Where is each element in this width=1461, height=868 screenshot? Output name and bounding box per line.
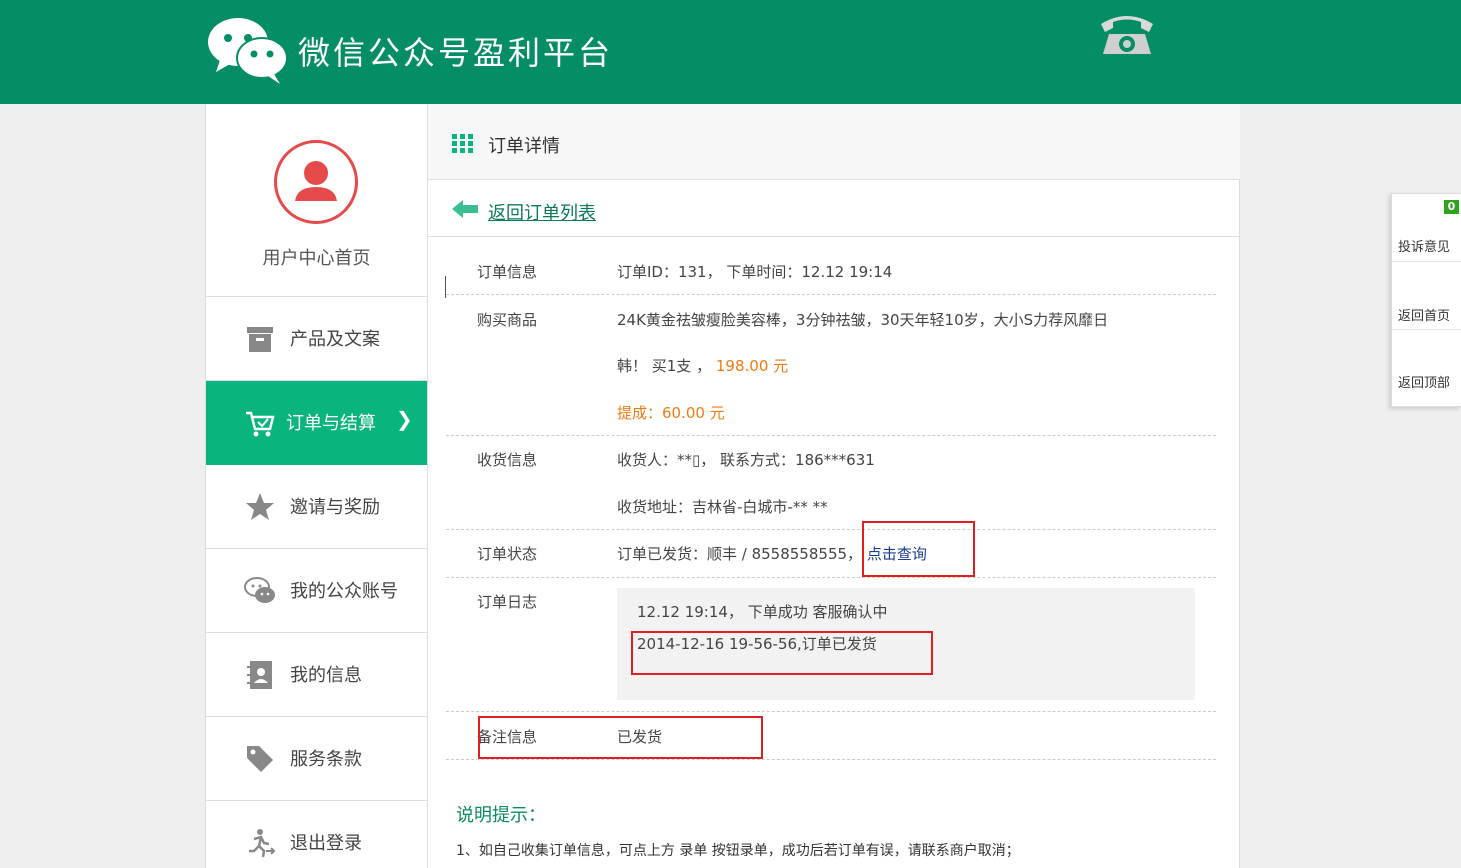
divider <box>446 759 1216 760</box>
sidebar-item-my-info[interactable]: 我的信息 <box>206 633 427 717</box>
main-panel: 订单详情 返回订单列表 订单信息 订单ID：131， 下单时间：12.12 19… <box>428 104 1240 868</box>
recipient-contact: 收货人：**▯， 联系方式：186***631 <box>617 451 875 469</box>
panel-header: 订单详情 <box>428 104 1240 180</box>
sidebar-item-label: 服务条款 <box>290 749 362 770</box>
sidebar-home[interactable]: 用户中心首页 <box>206 104 427 297</box>
sidebar-item-label: 我的公众账号 <box>290 581 398 602</box>
tag-icon <box>247 746 273 772</box>
arrow-left-icon[interactable] <box>452 199 480 219</box>
sidebar-item-label: 我的信息 <box>290 665 362 686</box>
page-title: 订单详情 <box>488 136 560 157</box>
goods-quantity-price: 韩！ 买1支 ， 198.00 元 <box>617 355 788 376</box>
log-entry: 12.12 19:14， 下单成功 客服确认中 <box>637 603 888 621</box>
sidebar: 用户中心首页 产品及文案 订单与结算 ❯ 邀请与奖励 我的公众账号 我的信息 服… <box>205 104 428 868</box>
archive-box-icon <box>247 327 273 352</box>
star-icon <box>246 493 274 520</box>
order-info-label: 订单信息 <box>477 263 538 281</box>
highlight-box <box>478 716 763 759</box>
back-to-top-label: 返回顶部 <box>1398 376 1451 391</box>
highlight-box <box>631 631 933 675</box>
complaint-label: 投诉意见 <box>1398 240 1451 255</box>
top-header: 微信公众号盈利平台 <box>0 0 1461 104</box>
sidebar-item-label: 邀请与奖励 <box>290 497 380 518</box>
goods-price: 198.00 元 <box>715 357 789 375</box>
floating-toolbar: 0 投诉意见 返回首页 返回顶部 <box>1391 193 1461 407</box>
avatar[interactable] <box>274 140 358 224</box>
chat-bubbles-icon <box>244 577 275 603</box>
sidebar-item-logout[interactable]: 退出登录 <box>206 801 427 868</box>
divider <box>446 435 1216 436</box>
back-row: 返回订单列表 <box>428 181 1240 237</box>
divider <box>446 294 1216 295</box>
grid-icon <box>452 134 473 153</box>
shipping-address: 收货地址：吉林省-白城市-** ** <box>617 498 828 516</box>
highlight-box <box>862 521 975 577</box>
divider <box>446 711 1216 712</box>
sidebar-item-products[interactable]: 产品及文案 <box>206 297 427 381</box>
complaint-button[interactable]: 0 投诉意见 <box>1392 194 1461 262</box>
shipping-status-text: 订单已发货：顺丰 / 8558558555， <box>617 545 863 563</box>
commission-value: 提成：60.00 元 <box>617 404 725 422</box>
divider <box>446 577 1216 578</box>
notes-title: 说明提示： <box>456 805 546 826</box>
chevron-right-icon: ❯ <box>396 407 413 431</box>
user-silhouette-icon <box>295 161 337 201</box>
contact-card-icon <box>247 661 272 689</box>
divider <box>446 529 1216 530</box>
telephone-icon[interactable] <box>1095 8 1159 60</box>
goods-title-end-quantity: 韩！ 买1支 ， <box>617 357 712 375</box>
sidebar-item-invite[interactable]: 邀请与奖励 <box>206 465 427 549</box>
back-home-label: 返回首页 <box>1398 309 1451 324</box>
back-to-order-list-link[interactable]: 返回订单列表 <box>488 199 596 225</box>
sidebar-home-label: 用户中心首页 <box>262 248 371 269</box>
order-log-label: 订单日志 <box>477 593 538 611</box>
complaint-count-badge: 0 <box>1444 200 1459 214</box>
notes-line: 1、如自己收集订单信息，可点上方 录单 按钮录单，成功后若订单有误，请联系商户取… <box>456 843 1020 859</box>
brand-title: 微信公众号盈利平台 <box>298 34 614 72</box>
sidebar-item-accounts[interactable]: 我的公众账号 <box>206 549 427 633</box>
sidebar-item-label: 退出登录 <box>290 833 362 854</box>
cart-icon <box>246 411 275 437</box>
order-status-label: 订单状态 <box>477 545 538 563</box>
shipping-label: 收货信息 <box>477 451 538 469</box>
wechat-logo-icon[interactable] <box>206 16 288 84</box>
sidebar-item-orders[interactable]: 订单与结算 ❯ <box>206 381 427 465</box>
sidebar-item-terms[interactable]: 服务条款 <box>206 717 427 801</box>
back-home-button[interactable]: 返回首页 <box>1392 262 1461 330</box>
back-to-top-button[interactable]: 返回顶部 <box>1392 330 1461 398</box>
sidebar-item-label: 订单与结算 <box>286 413 376 434</box>
goods-label: 购买商品 <box>477 311 538 329</box>
order-info-value: 订单ID：131， 下单时间：12.12 19:14 <box>617 263 893 281</box>
running-exit-icon <box>249 829 276 858</box>
sidebar-item-label: 产品及文案 <box>290 329 380 350</box>
goods-title: 24K黄金祛皱瘦脸美容棒，3分钟祛皱，30天年轻10岁，大小S力荐风靡日 <box>617 311 1109 329</box>
